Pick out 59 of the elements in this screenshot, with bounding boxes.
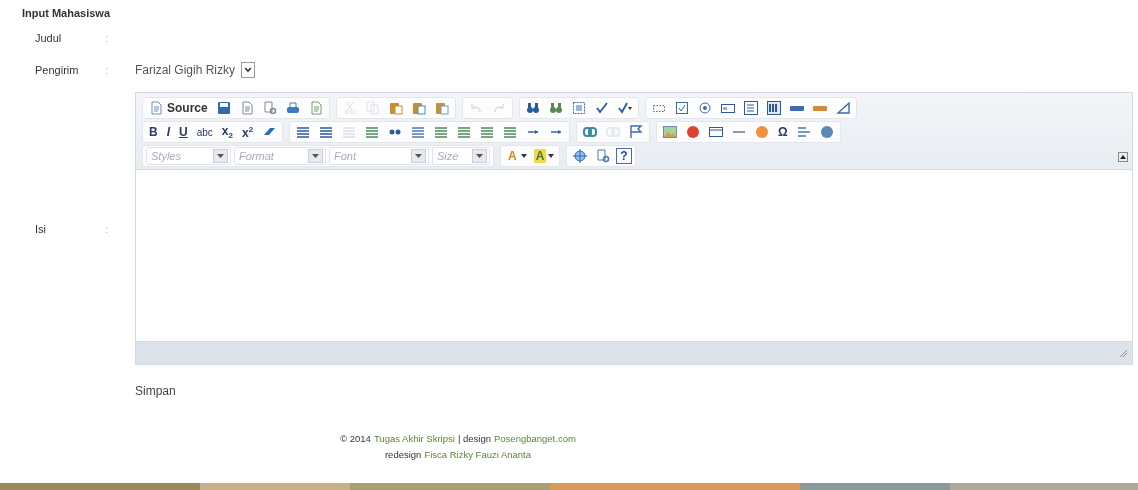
footer-text: © 2014: [340, 433, 371, 444]
format-button[interactable]: Ω: [775, 123, 791, 141]
format-button[interactable]: x$^{2}$: [238, 123, 257, 141]
sender-select[interactable]: Farizal Gigih Rizky: [135, 62, 256, 78]
table-icon: [709, 125, 724, 139]
chain-icon: [606, 125, 621, 139]
caret-icon: [476, 154, 483, 158]
form-heading: Input Mahasiswa: [21, 6, 112, 21]
collapse-toolbar-icon[interactable]: [1118, 152, 1128, 162]
resize-handle-icon[interactable]: [1118, 348, 1128, 358]
printer-icon: [285, 101, 300, 115]
text-area-icon: [743, 101, 758, 115]
footer-link[interactable]: Posengbanget.com: [494, 433, 576, 444]
circle-icon: [686, 125, 701, 139]
source-icon: [149, 101, 163, 115]
toolbar-button[interactable]: Source: [146, 99, 211, 117]
format-button[interactable]: B: [146, 123, 161, 141]
footer-link[interactable]: Tugas Akhir Skripsi: [373, 433, 455, 444]
binoculars-icon: [525, 101, 540, 115]
spellcheck-menu-icon: [617, 101, 632, 115]
format-button[interactable]: I: [163, 123, 173, 141]
footer-link[interactable]: Fisca Rizky Fauzi Ananta: [424, 449, 532, 460]
flag-icon: [629, 125, 644, 139]
colon-separator: :: [105, 64, 110, 76]
format-button[interactable]: U: [176, 123, 191, 141]
color-button[interactable]: A: [531, 147, 557, 165]
colon-separator: :: [105, 32, 110, 44]
text-field-icon: [720, 101, 735, 115]
format-button[interactable]: abc: [193, 123, 216, 141]
footer-text: | design: [457, 433, 491, 444]
redo-icon: [491, 101, 506, 115]
blank-page-icon: [239, 101, 254, 115]
template-icon: [308, 101, 323, 115]
caret-icon: [312, 154, 319, 158]
scissors-icon: [342, 101, 357, 115]
footer-text: redesign: [384, 449, 422, 460]
field-label: Judul: [35, 32, 63, 44]
page-preview-icon: [262, 101, 277, 115]
copy-icon: [365, 101, 380, 115]
caret-icon: [217, 154, 224, 158]
select-all-icon: [571, 101, 586, 115]
radio-icon: [697, 101, 712, 115]
format-button[interactable]: ?: [616, 148, 632, 164]
format-button[interactable]: x$_{2}$: [218, 123, 236, 141]
colon-separator: :: [105, 222, 110, 235]
caret-icon: [415, 154, 422, 158]
image-icon: [663, 125, 678, 139]
clipboard-icon: [411, 101, 426, 115]
chain-icon: [583, 125, 598, 139]
caret-icon: [548, 154, 555, 158]
checkbox-icon: [674, 101, 689, 115]
undo-icon: [468, 101, 483, 115]
spellcheck-icon: [594, 101, 609, 115]
field-label: Pengirim: [35, 64, 80, 76]
clipboard-icon: [434, 101, 449, 115]
clipboard-icon: [388, 101, 403, 115]
save-button[interactable]: Simpan: [135, 384, 176, 398]
caret-icon: [520, 154, 527, 158]
field-label: Isi: [35, 222, 47, 235]
